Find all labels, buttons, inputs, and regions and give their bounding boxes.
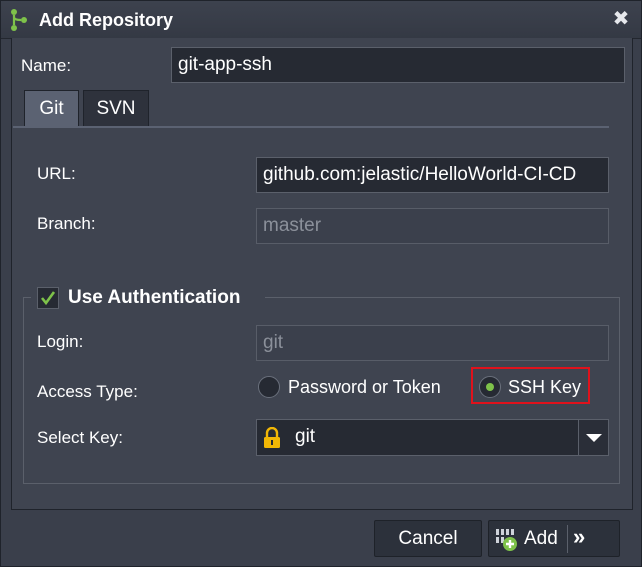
cancel-button[interactable]: Cancel bbox=[374, 520, 482, 557]
ssh-key-radio[interactable] bbox=[479, 376, 501, 398]
dropdown-arrow-button[interactable] bbox=[578, 420, 608, 455]
url-label: URL: bbox=[37, 164, 76, 183]
add-repository-icon bbox=[496, 529, 517, 551]
select-key-label: Select Key: bbox=[37, 428, 123, 447]
chevron-down-icon bbox=[586, 434, 602, 442]
password-or-token-label[interactable]: Password or Token bbox=[288, 377, 441, 398]
add-repository-dialog: Add Repository ✖ Name: git-app-ssh Git S… bbox=[0, 0, 642, 567]
git-branch-icon bbox=[11, 9, 27, 31]
login-input[interactable]: git bbox=[256, 325, 609, 361]
close-icon[interactable]: ✖ bbox=[611, 8, 631, 30]
checkmark-icon bbox=[40, 291, 56, 306]
button-separator bbox=[567, 525, 568, 553]
branch-label: Branch: bbox=[37, 214, 96, 233]
ssh-key-label[interactable]: SSH Key bbox=[508, 377, 581, 398]
double-chevron-right-icon[interactable]: » bbox=[573, 524, 585, 550]
select-key-value: git bbox=[295, 426, 316, 447]
use-authentication-checkbox[interactable] bbox=[37, 287, 59, 309]
name-label: Name: bbox=[21, 56, 72, 75]
access-type-label: Access Type: bbox=[37, 382, 138, 401]
name-input[interactable]: git-app-ssh bbox=[171, 47, 625, 83]
radio-selected-dot bbox=[486, 383, 494, 391]
use-authentication-label[interactable]: Use Authentication bbox=[68, 287, 240, 309]
login-label: Login: bbox=[37, 332, 84, 351]
branch-input[interactable]: master bbox=[256, 208, 609, 244]
password-or-token-radio[interactable] bbox=[258, 376, 280, 398]
tab-svn[interactable]: SVN bbox=[83, 90, 149, 127]
url-input[interactable]: github.com:jelastic/HelloWorld-CI-CD bbox=[256, 157, 609, 193]
title-bar[interactable]: Add Repository ✖ bbox=[1, 1, 641, 39]
dialog-title: Add Repository bbox=[39, 10, 174, 30]
select-key-dropdown[interactable]: git bbox=[256, 419, 609, 456]
tab-strip-divider bbox=[13, 126, 609, 128]
add-button-label: Add bbox=[524, 528, 558, 549]
tab-git[interactable]: Git bbox=[24, 90, 79, 127]
add-button[interactable]: Add » bbox=[488, 520, 620, 557]
lock-icon bbox=[264, 427, 280, 448]
